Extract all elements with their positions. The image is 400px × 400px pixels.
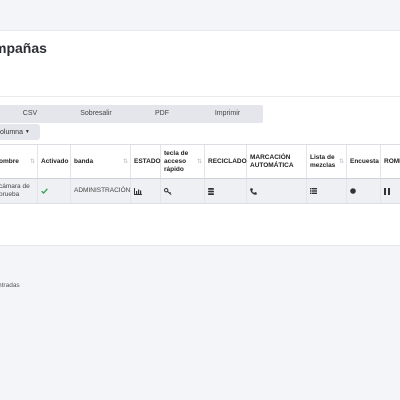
pdf-button[interactable]: PDF bbox=[132, 105, 192, 123]
header-status[interactable]: ESTADO bbox=[131, 145, 161, 178]
circle-icon[interactable] bbox=[350, 188, 356, 194]
database-icon[interactable] bbox=[208, 187, 214, 195]
table-header-row: ombre ⇅ Activado banda ⇅ ESTADO tecla de… bbox=[0, 144, 400, 179]
cell-name: cámara de prueba bbox=[0, 179, 38, 203]
cell-hotkey bbox=[161, 179, 205, 203]
csv-button[interactable]: CSV bbox=[0, 105, 60, 123]
cell-recycle bbox=[205, 179, 247, 203]
cell-autodial bbox=[247, 179, 307, 203]
caret-down-icon: ▼ bbox=[24, 129, 30, 135]
cell-romp bbox=[381, 179, 400, 203]
table-row[interactable]: cámara de prueba ADMINISTRACIÓN bbox=[0, 179, 400, 204]
header-survey[interactable]: Encuesta bbox=[347, 145, 381, 178]
campaigns-table: ombre ⇅ Activado banda ⇅ ESTADO tecla de… bbox=[0, 144, 400, 204]
campaigns-card: CSV Sobresalir PDF Imprimir olumna ▼ omb… bbox=[0, 67, 400, 289]
header-activated[interactable]: Activado bbox=[38, 145, 71, 178]
cell-survey bbox=[347, 179, 381, 203]
phone-icon[interactable] bbox=[250, 187, 257, 195]
key-icon[interactable] bbox=[164, 187, 172, 195]
header-name[interactable]: ombre ⇅ bbox=[0, 145, 38, 178]
cell-mixlist bbox=[307, 179, 347, 203]
column-button-label: olumna bbox=[0, 128, 23, 136]
page-header: mpañas bbox=[0, 30, 400, 68]
print-button[interactable]: Imprimir bbox=[192, 105, 263, 123]
export-button-group: CSV Sobresalir PDF Imprimir bbox=[0, 105, 263, 123]
cell-activated bbox=[38, 179, 71, 203]
sort-icon: ⇅ bbox=[29, 158, 35, 165]
bar-chart-icon[interactable] bbox=[134, 187, 142, 195]
sort-icon: ⇅ bbox=[338, 158, 344, 165]
list-icon[interactable] bbox=[310, 188, 317, 194]
header-autodial[interactable]: MARCACIÓN AUTOMÁTICA bbox=[247, 145, 307, 178]
header-band[interactable]: banda ⇅ bbox=[71, 145, 131, 178]
sort-icon: ⇅ bbox=[196, 158, 202, 165]
sort-icon: ⇅ bbox=[122, 158, 128, 165]
header-romp[interactable]: ROMP bbox=[381, 145, 400, 178]
header-mixlist[interactable]: Lista de mezclas ⇅ bbox=[307, 145, 347, 178]
excel-button[interactable]: Sobresalir bbox=[60, 105, 132, 123]
card-divider bbox=[0, 96, 400, 97]
column-visibility-button[interactable]: olumna ▼ bbox=[0, 124, 40, 140]
cell-status bbox=[131, 179, 161, 203]
check-icon bbox=[41, 188, 48, 194]
header-hotkey[interactable]: tecla de acceso rápido ⇅ bbox=[161, 145, 205, 178]
cell-band: ADMINISTRACIÓN bbox=[71, 179, 131, 203]
pause-icon[interactable] bbox=[384, 187, 390, 195]
table-info: ntradas bbox=[0, 282, 20, 289]
page-title: mpañas bbox=[0, 40, 47, 56]
header-recycle[interactable]: RECICLADO bbox=[205, 145, 247, 178]
